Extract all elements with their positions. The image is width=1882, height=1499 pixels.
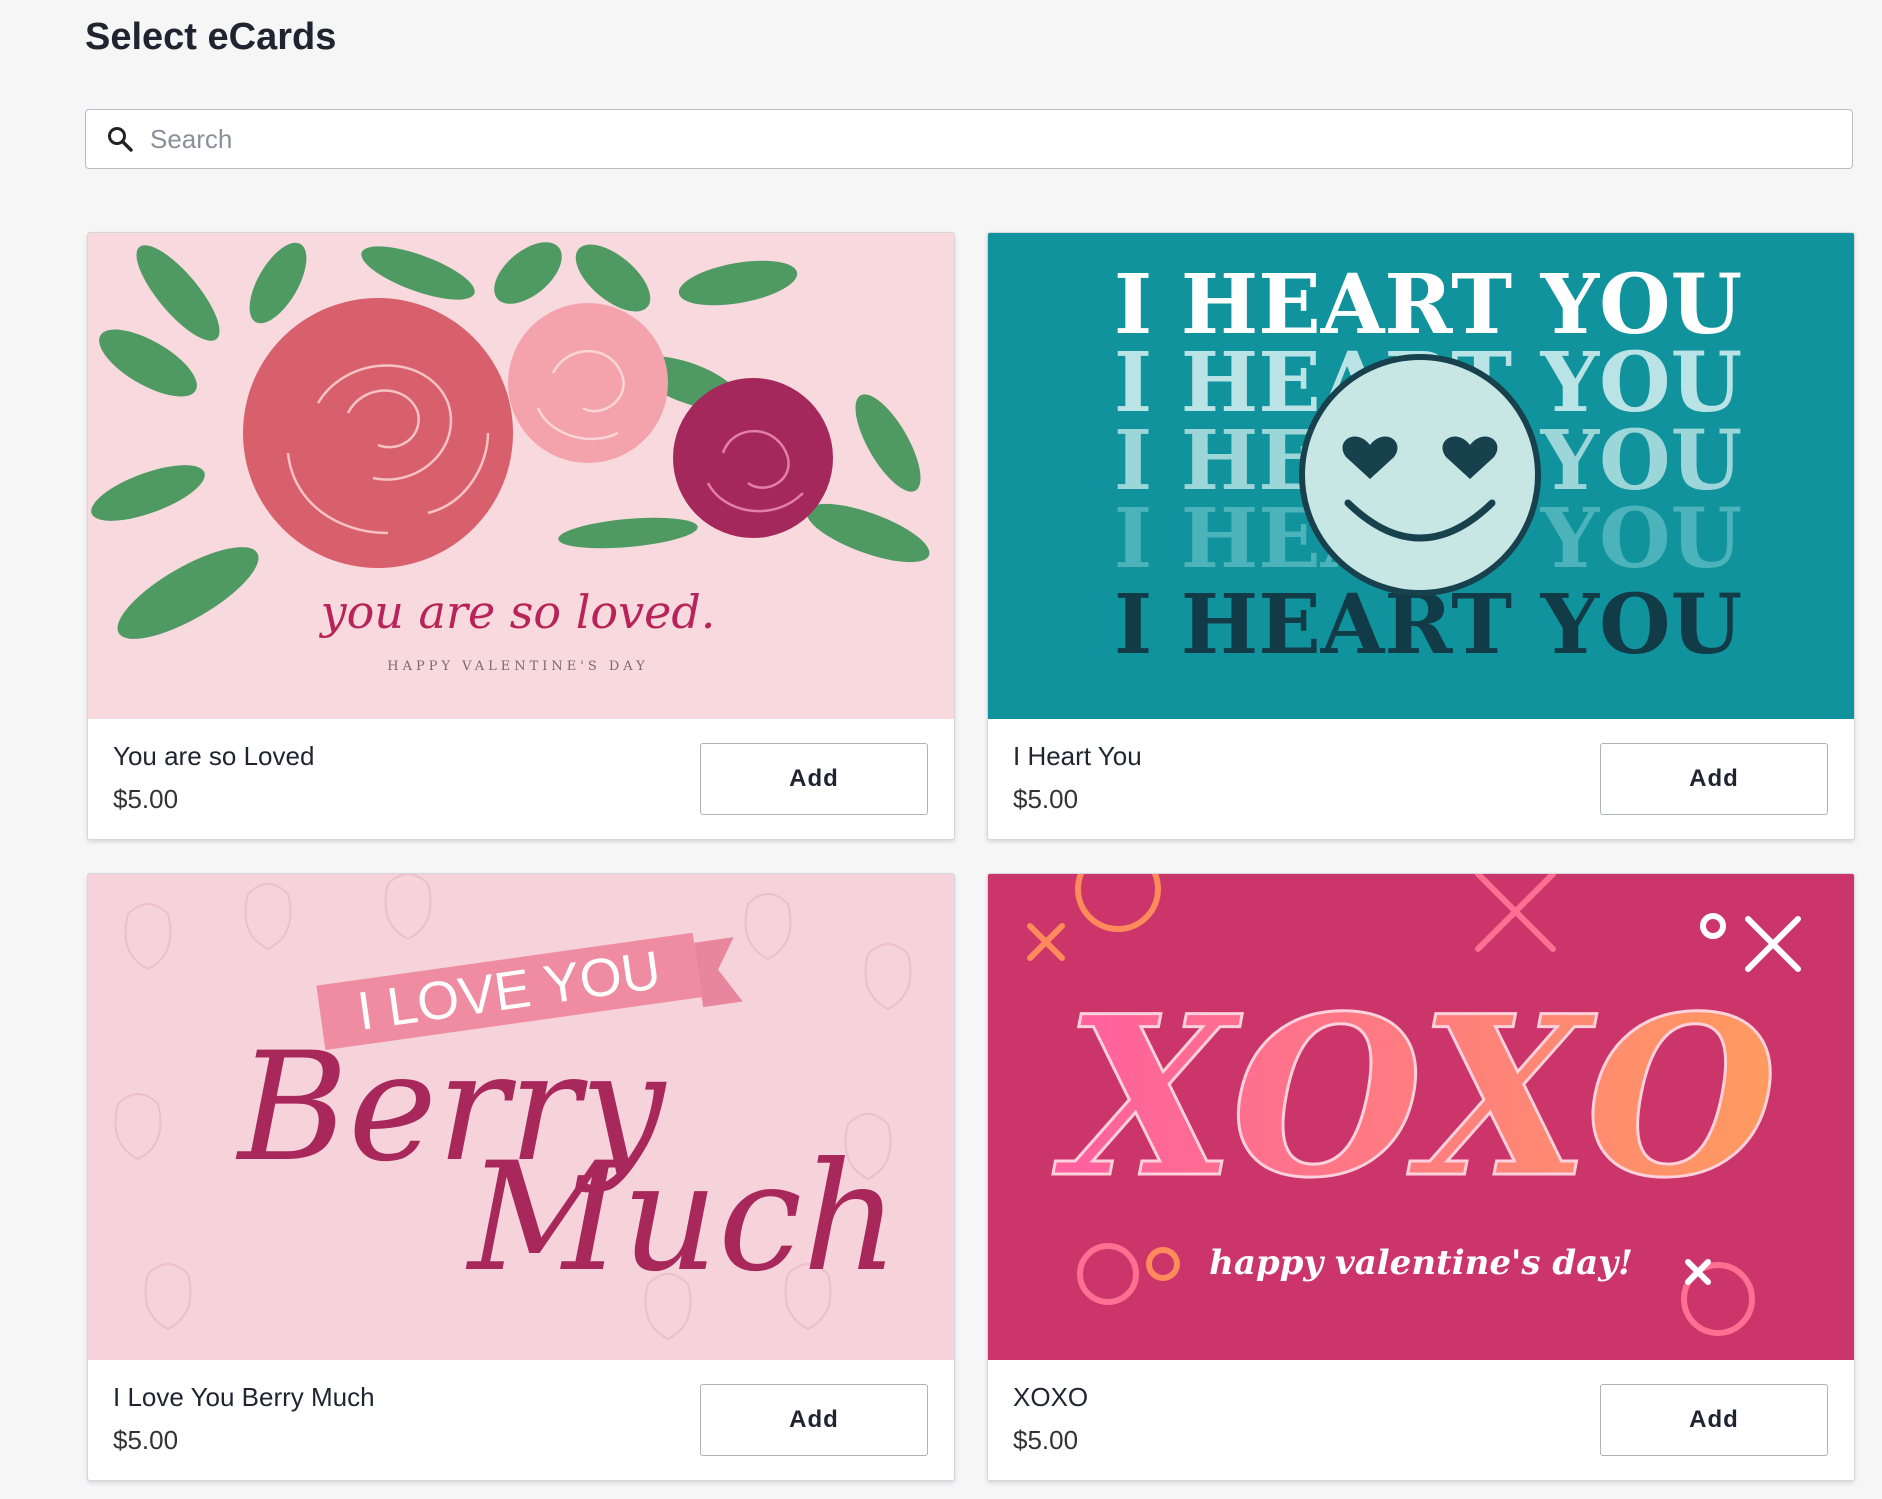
ecard-item[interactable]: I HEART YOU I HEART YOU I HEART YOU I HE… [987,232,1855,840]
ecard-item[interactable]: you are so loved. HAPPY VALENTINE'S DAY … [87,232,955,840]
ecard-name: I Love You Berry Much [113,1382,375,1412]
ecard-price: $5.00 [1013,1425,1079,1455]
smiley-face [1299,354,1541,596]
ecard-page: Select eCards Search you are so loved. H… [0,0,1882,1499]
ecard-price: $5.00 [113,784,179,814]
ecard-item[interactable]: XOXO happy valentine's day! XOXO $5.00 A… [987,873,1855,1481]
ecard-image-i-heart-you[interactable]: I HEART YOU I HEART YOU I HEART YOU I HE… [988,233,1854,719]
page-title: Select eCards [85,16,337,58]
ecard-price: $5.00 [1013,784,1079,814]
card-subline: happy valentine's day! [1209,1243,1633,1283]
add-button[interactable]: Add [1600,743,1828,815]
add-button[interactable]: Add [700,743,928,815]
card-word-much: Much [465,1131,899,1305]
ecard-item[interactable]: I LOVE YOU Berry Much I Love You Berry M… [87,873,955,1481]
ecard-image-you-are-so-loved[interactable]: you are so loved. HAPPY VALENTINE'S DAY [88,233,954,719]
ecard-image-berry-much[interactable]: I LOVE YOU Berry Much [88,874,954,1360]
search-icon [106,125,134,153]
search-box[interactable] [85,109,1853,169]
card-subline: HAPPY VALENTINE'S DAY [387,659,648,674]
add-button[interactable]: Add [1600,1384,1828,1456]
ecard-name: XOXO [1013,1382,1089,1412]
ecard-name: You are so Loved [113,741,315,771]
search-input[interactable] [148,109,1852,169]
card-headline: XOXO [1052,967,1777,1226]
add-button[interactable]: Add [700,1384,928,1456]
ecard-price: $5.00 [113,1425,179,1455]
ecard-name: I Heart You [1013,741,1142,771]
card-headline: you are so loved. [319,585,716,639]
ecard-image-xoxo[interactable]: XOXO happy valentine's day! [988,874,1854,1360]
